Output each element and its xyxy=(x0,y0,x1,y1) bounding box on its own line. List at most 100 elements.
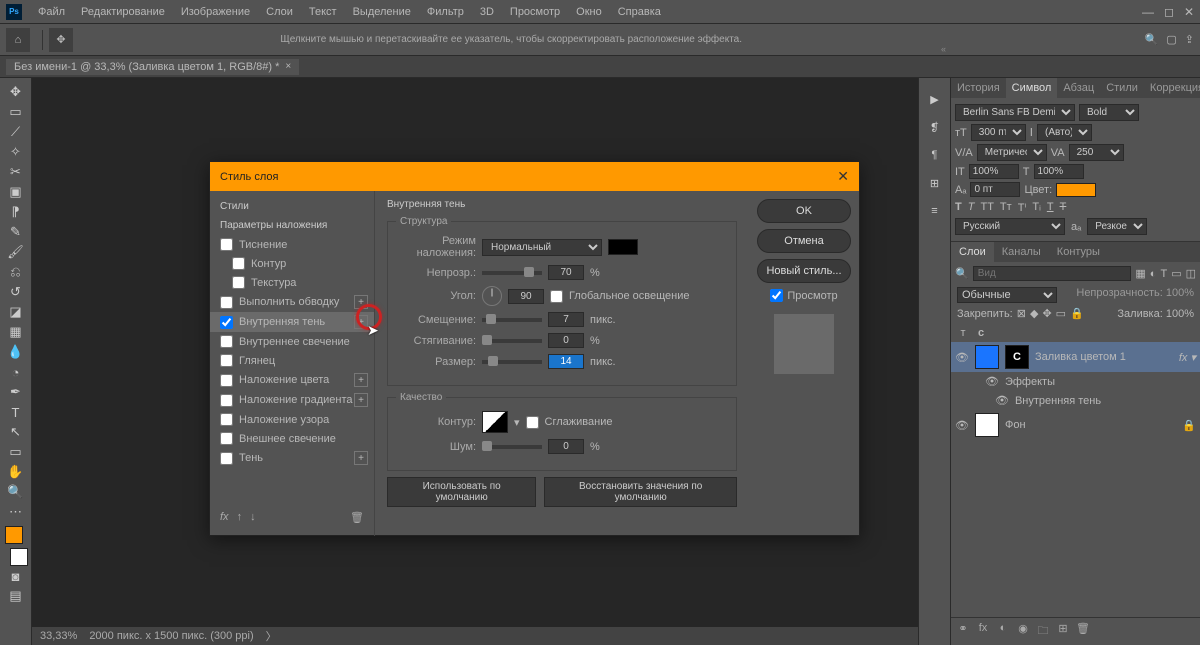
document-tab[interactable]: Без имени-1 @ 33,3% (Заливка цветом 1, R… xyxy=(6,59,299,75)
font-weight-select[interactable]: Bold xyxy=(1079,104,1139,121)
add-effect-icon[interactable]: + xyxy=(354,295,368,309)
subscript-icon[interactable]: Tᵢ xyxy=(1032,201,1040,214)
pen-tool-icon[interactable]: ✒ xyxy=(4,382,28,402)
style-contour[interactable]: Контур xyxy=(210,254,374,273)
superscript-icon[interactable]: Tⁱ xyxy=(1018,201,1027,214)
fx-menu-icon[interactable]: fx xyxy=(220,511,229,524)
style-checkbox[interactable] xyxy=(232,257,245,270)
tab-paths[interactable]: Контуры xyxy=(1049,242,1108,262)
style-color-overlay[interactable]: Наложение цвета+ xyxy=(210,370,374,390)
layer-name[interactable]: Заливка цветом 1 xyxy=(1035,351,1126,363)
style-checkbox[interactable] xyxy=(220,238,233,251)
marquee-tool-icon[interactable]: ▭ xyxy=(4,102,28,122)
adj-icon[interactable]: ◉ xyxy=(1015,622,1031,641)
menu-filter[interactable]: Фильтр xyxy=(419,6,472,18)
close-app-icon[interactable]: ✕ xyxy=(1184,5,1194,19)
mask-icon[interactable]: ◐ xyxy=(995,622,1011,641)
menu-file[interactable]: Файл xyxy=(30,6,73,18)
style-satin[interactable]: Глянец xyxy=(210,351,374,370)
down-icon[interactable]: ↓ xyxy=(250,511,256,524)
collapse-panels-icon[interactable]: « xyxy=(941,44,946,54)
fx-icon[interactable]: fx xyxy=(975,622,991,641)
angle-input[interactable] xyxy=(508,289,544,304)
filter-type-icon[interactable]: T xyxy=(1160,268,1167,280)
layer-background[interactable]: 👁 Фон 🔒 xyxy=(951,410,1200,440)
styles-panel-icon[interactable]: ≡ xyxy=(925,202,945,220)
hscale-input[interactable] xyxy=(969,164,1019,179)
tab-layers[interactable]: Слои xyxy=(951,242,994,262)
lasso-tool-icon[interactable]: ⟋ xyxy=(4,122,28,142)
blur-tool-icon[interactable]: 💧 xyxy=(4,342,28,362)
style-checkbox[interactable] xyxy=(220,316,233,329)
layer-thumb[interactable] xyxy=(975,345,999,369)
menu-layer[interactable]: Слои xyxy=(258,6,301,18)
text-color-swatch[interactable] xyxy=(1056,183,1096,197)
size-input[interactable] xyxy=(548,354,584,369)
smallcaps-icon[interactable]: Tᴛ xyxy=(1000,201,1012,214)
close-tab-icon[interactable]: × xyxy=(285,61,291,72)
lock-pos-icon[interactable]: ✥ xyxy=(1042,307,1051,320)
style-inner-glow[interactable]: Внутреннее свечение xyxy=(210,332,374,351)
path-tool-icon[interactable]: ↖ xyxy=(4,422,28,442)
allcaps-icon[interactable]: TT xyxy=(980,201,993,214)
heal-tool-icon[interactable]: ✎ xyxy=(4,222,28,242)
doc-info[interactable]: 2000 пикс. x 1500 пикс. (300 ppi) xyxy=(89,630,253,642)
blend-mode-select[interactable]: Обычные xyxy=(957,287,1057,303)
aa-select[interactable]: Резкое xyxy=(1087,218,1147,235)
filter-shape-icon[interactable]: ▭ xyxy=(1171,267,1181,280)
style-checkbox[interactable] xyxy=(220,354,233,367)
style-bevel[interactable]: Тиснение xyxy=(210,235,374,254)
quickmask-icon[interactable]: ◙ xyxy=(4,566,28,586)
choke-slider[interactable] xyxy=(482,339,542,343)
preview-checkbox[interactable] xyxy=(770,289,783,302)
screenmode-icon[interactable]: ▤ xyxy=(4,586,28,606)
dodge-tool-icon[interactable]: ◔ xyxy=(4,362,28,382)
up-icon[interactable]: ↑ xyxy=(237,511,243,524)
share-icon[interactable]: ⇪ xyxy=(1185,33,1194,46)
glyphs-panel-icon[interactable]: ⊞ xyxy=(925,174,945,192)
link-icon[interactable]: ⚭ xyxy=(955,622,971,641)
menu-window[interactable]: Окно xyxy=(568,6,610,18)
visibility-icon[interactable]: 👁 xyxy=(955,419,969,432)
add-effect-icon[interactable]: + xyxy=(354,451,368,465)
opacity-value[interactable]: 100% xyxy=(1166,287,1194,299)
chevron-right-icon[interactable]: 〉 xyxy=(266,628,277,644)
style-checkbox[interactable] xyxy=(220,335,233,348)
global-light-checkbox[interactable] xyxy=(550,290,563,303)
layer-fill-color[interactable]: 👁 C Заливка цветом 1 fx ▾ xyxy=(951,342,1200,372)
filter-smart-icon[interactable]: ◫ xyxy=(1186,267,1196,280)
lock-all-icon[interactable]: ⊠ xyxy=(1017,307,1026,320)
play-icon[interactable]: ▶ xyxy=(925,90,945,108)
trash-icon[interactable]: 🗑 xyxy=(350,511,364,524)
style-checkbox[interactable] xyxy=(220,374,233,387)
visibility-icon[interactable]: 👁 xyxy=(995,394,1009,407)
style-checkbox[interactable] xyxy=(220,432,233,445)
tracking-select[interactable]: Метрически xyxy=(977,144,1047,161)
para-panel-icon[interactable]: ¶ xyxy=(925,146,945,164)
style-checkbox[interactable] xyxy=(220,452,233,465)
search-icon[interactable]: 🔍 xyxy=(1145,33,1159,46)
history-brush-icon[interactable]: ↺ xyxy=(4,282,28,302)
distance-slider[interactable] xyxy=(482,318,542,322)
tab-history[interactable]: История xyxy=(951,78,1006,98)
minimize-icon[interactable]: — xyxy=(1142,5,1154,19)
wand-tool-icon[interactable]: ✧ xyxy=(4,142,28,162)
gradient-tool-icon[interactable]: ▦ xyxy=(4,322,28,342)
font-family-select[interactable]: Berlin Sans FB Demi xyxy=(955,104,1075,121)
baseline-input[interactable] xyxy=(970,182,1020,197)
lock-artb-icon[interactable]: ▭ xyxy=(1056,307,1066,320)
opacity-input[interactable] xyxy=(548,265,584,280)
eraser-tool-icon[interactable]: ◪ xyxy=(4,302,28,322)
add-effect-icon[interactable]: + xyxy=(354,373,368,387)
tab-adjust[interactable]: Коррекция xyxy=(1144,78,1200,98)
menu-help[interactable]: Справка xyxy=(610,6,669,18)
style-drop-shadow[interactable]: Тень+ xyxy=(210,448,374,468)
filter-icon[interactable]: 🔍 xyxy=(955,267,969,280)
style-outer-glow[interactable]: Внешнее свечение xyxy=(210,429,374,448)
background-swatch[interactable] xyxy=(10,548,28,566)
menu-text[interactable]: Текст xyxy=(301,6,345,18)
frame-icon[interactable]: ▢ xyxy=(1166,33,1176,46)
styles-header[interactable]: Стили xyxy=(210,197,374,216)
tab-paragraph[interactable]: Абзац xyxy=(1057,78,1100,98)
style-checkbox[interactable] xyxy=(232,276,245,289)
